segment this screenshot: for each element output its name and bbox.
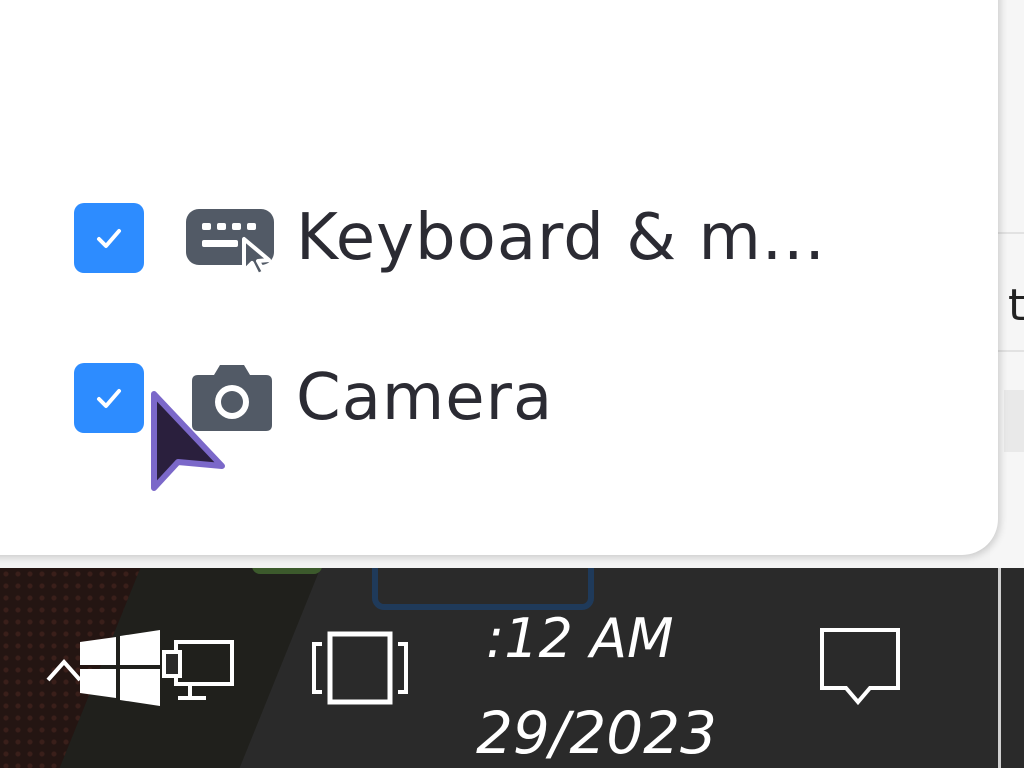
screen: t Keyboard & m... Camera:12 AM 29/2023 [0, 0, 1024, 768]
network-icon[interactable] [158, 638, 238, 704]
keyboard-mouse-checkbox[interactable] [74, 203, 144, 273]
show-desktop-divider[interactable] [998, 568, 1001, 768]
keyboard-mouse-label: Keyboard & m... [296, 201, 826, 275]
mouse-pointer-icon [151, 391, 225, 491]
checkmark-icon [97, 389, 121, 408]
clock-date: 29/2023 [476, 699, 717, 767]
camera-checkbox[interactable] [74, 363, 144, 433]
option-camera[interactable]: Camera [74, 361, 554, 435]
wallpaper [252, 568, 322, 574]
notification-icon[interactable] [818, 626, 902, 710]
task-view-icon[interactable] [310, 630, 410, 706]
background-edge-text: t [1008, 280, 1024, 331]
keyboard-mouse-icon [184, 203, 280, 273]
option-keyboard-mouse[interactable]: Keyboard & m... [74, 201, 826, 275]
background-band [1004, 390, 1024, 452]
taskbar: :12 AM 29/2023 [0, 568, 1024, 768]
system-clock[interactable]: :12 AM 29/2023 [476, 588, 756, 763]
windows-start-icon[interactable] [78, 628, 162, 708]
camera-label: Camera [296, 361, 554, 435]
checkmark-icon [97, 229, 121, 248]
clock-time: :12 AM [486, 607, 674, 670]
